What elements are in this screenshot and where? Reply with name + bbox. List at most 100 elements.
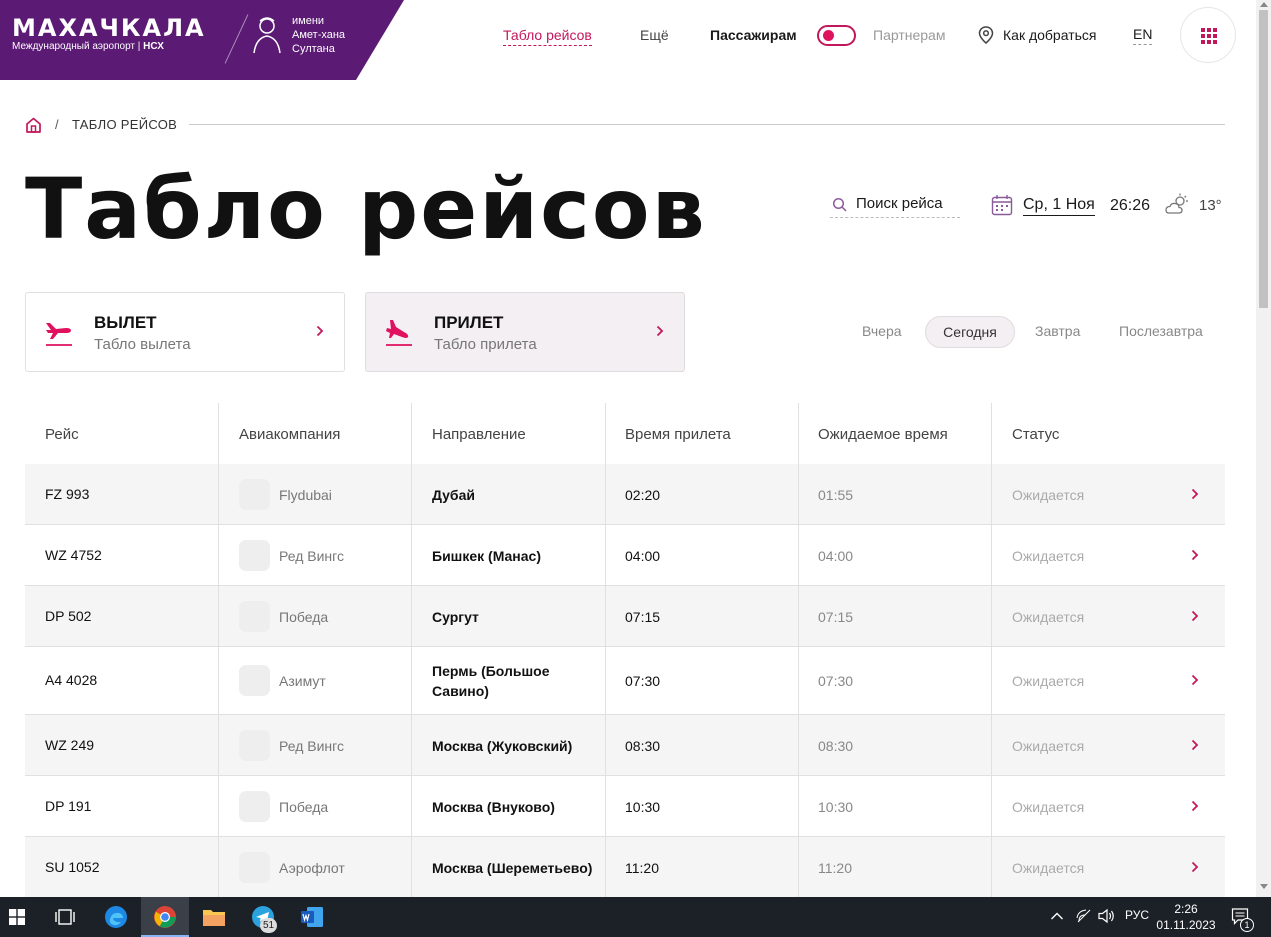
table-row[interactable]: A4 4028 Азимут Пермь (Большое Савино) 07:30… — [25, 647, 1225, 715]
chrome-taskbar-button[interactable] — [141, 897, 189, 937]
chevron-right-icon[interactable] — [1191, 610, 1199, 622]
logo-partner: НСХ — [143, 41, 164, 52]
airport-logo[interactable]: МАХАЧКАЛА Международный аэропорт | НСХ и… — [0, 0, 404, 80]
scheduled-time: 10:30 — [625, 798, 661, 815]
system-clock[interactable]: 2:26 01.11.2023 — [1154, 901, 1218, 933]
nav-flight-board[interactable]: Табло рейсов — [503, 27, 592, 46]
expected-time: 08:30 — [818, 737, 854, 754]
arrival-board-card[interactable]: ПРИЛЕТ Табло прилета — [365, 292, 685, 372]
departure-board-card[interactable]: ВЫЛЕТ Табло вылета — [25, 292, 345, 372]
selected-date[interactable]: Ср, 1 Ноя — [1023, 196, 1095, 216]
named-after-line: Султана — [292, 43, 335, 55]
chevron-right-icon[interactable] — [1191, 488, 1199, 500]
apps-menu-button[interactable] — [1180, 7, 1236, 63]
nav-partners[interactable]: Партнерам — [873, 27, 945, 43]
telegram-taskbar-button[interactable]: 51 — [239, 897, 287, 937]
chevron-right-icon — [316, 325, 324, 337]
column-divider — [798, 837, 799, 897]
column-divider — [411, 647, 412, 714]
flight-number: SU 1052 — [45, 858, 100, 875]
table-row[interactable]: WZ 249 Ред Вингс Москва (Жуковский) 08:30 08… — [25, 715, 1225, 776]
input-language[interactable]: РУС — [1125, 908, 1149, 922]
tray-expand-chevron-icon[interactable] — [1050, 911, 1064, 921]
table-row[interactable]: DP 502 Победа Сургут 07:15 07:15 Ожидается — [25, 586, 1225, 647]
home-icon[interactable] — [25, 117, 42, 133]
volume-icon[interactable] — [1098, 908, 1116, 924]
airline-logo — [239, 851, 270, 883]
nav-passengers[interactable]: Пассажирам — [710, 27, 797, 43]
clock-time: 2:26 — [1174, 902, 1198, 916]
column-header-status: Статус — [1012, 426, 1060, 443]
scheduled-time: 11:20 — [625, 859, 659, 876]
column-divider — [605, 776, 606, 836]
network-icon[interactable] — [1076, 908, 1092, 924]
windows-start-icon[interactable] — [9, 909, 25, 925]
column-divider — [798, 647, 799, 714]
scroll-up-arrow[interactable] — [1260, 2, 1268, 7]
arrival-plane-icon — [386, 320, 412, 346]
nav-how-to-get[interactable]: Как добраться — [1003, 27, 1096, 43]
explorer-taskbar-button[interactable] — [190, 897, 238, 937]
chevron-right-icon[interactable] — [1191, 861, 1199, 873]
edge-taskbar-button[interactable] — [92, 897, 140, 937]
table-row[interactable]: SU 1052 Аэрофлот Москва (Шереметьево) 11:20… — [25, 837, 1225, 898]
airline-logo — [239, 600, 270, 632]
nav-more[interactable]: Ещё — [640, 27, 669, 43]
column-divider — [991, 776, 992, 836]
airline-logo — [239, 790, 270, 822]
toggle-knob — [823, 30, 834, 41]
flight-status: Ожидается — [1012, 486, 1085, 503]
table-row[interactable]: FZ 993 Flydubai Дубай 02:20 01:55 Ожидается — [25, 464, 1225, 525]
column-divider — [218, 403, 219, 464]
column-divider — [411, 403, 412, 464]
airline-name: Flydubai — [279, 486, 332, 503]
current-time: 26:26 — [1110, 197, 1151, 214]
telegram-unread-badge: 51 — [260, 918, 277, 933]
day-tab-day-after-tomorrow[interactable]: Послезавтра — [1119, 323, 1203, 339]
calendar-icon[interactable] — [991, 194, 1013, 216]
airline-logo — [239, 729, 270, 761]
chevron-right-icon[interactable] — [1191, 549, 1199, 561]
day-tab-tomorrow[interactable]: Завтра — [1035, 323, 1080, 339]
column-divider — [411, 464, 412, 524]
scheduled-time: 07:15 — [625, 608, 661, 625]
column-divider — [218, 586, 219, 646]
page-scrollbar[interactable] — [1256, 0, 1271, 897]
column-divider — [605, 464, 606, 524]
audience-toggle[interactable] — [817, 25, 856, 46]
airline-logo — [239, 539, 270, 571]
flight-number: DP 191 — [45, 797, 92, 814]
departure-card-subtitle: Табло вылета — [94, 336, 191, 353]
flight-number: FZ 993 — [45, 485, 90, 502]
destination: Москва (Внуково) — [432, 798, 555, 815]
airline-name: Победа — [279, 798, 329, 815]
logo-title: МАХАЧКАЛА — [12, 14, 206, 42]
airline-name: Аэрофлот — [279, 859, 345, 876]
column-divider — [991, 837, 992, 897]
chevron-right-icon[interactable] — [1191, 674, 1199, 686]
flight-search[interactable]: Поиск рейса — [830, 195, 960, 218]
column-divider — [218, 525, 219, 585]
chevron-right-icon[interactable] — [1191, 800, 1199, 812]
flight-status: Ожидается — [1012, 608, 1085, 625]
chevron-right-icon[interactable] — [1191, 739, 1199, 751]
destination: Сургут — [432, 608, 479, 625]
table-header: Рейс Авиакомпания Направление Время прил… — [25, 403, 1225, 464]
destination: Пермь (Большое Савино) — [432, 663, 550, 699]
column-divider — [605, 403, 606, 464]
column-divider — [605, 837, 606, 897]
logo-subtitle: Международный аэропорт | НСХ — [12, 41, 164, 52]
breadcrumb-divider — [189, 124, 1225, 125]
scroll-down-arrow[interactable] — [1260, 884, 1268, 889]
grid-icon — [1201, 28, 1217, 44]
scrollbar-thumb[interactable] — [1259, 10, 1268, 308]
language-switch[interactable]: EN — [1133, 26, 1153, 45]
day-tab-today[interactable]: Сегодня — [925, 316, 1015, 348]
word-taskbar-button[interactable] — [288, 897, 336, 937]
table-row[interactable]: WZ 4752 Ред Вингс Бишкек (Манас) 04:00 04:00… — [25, 525, 1225, 586]
column-divider — [991, 403, 992, 464]
day-tab-yesterday[interactable]: Вчера — [862, 323, 902, 339]
edge-icon — [105, 906, 127, 928]
table-row[interactable]: DP 191 Победа Москва (Внуково) 10:30 10:30 Ож… — [25, 776, 1225, 837]
task-view-icon[interactable] — [55, 908, 75, 926]
